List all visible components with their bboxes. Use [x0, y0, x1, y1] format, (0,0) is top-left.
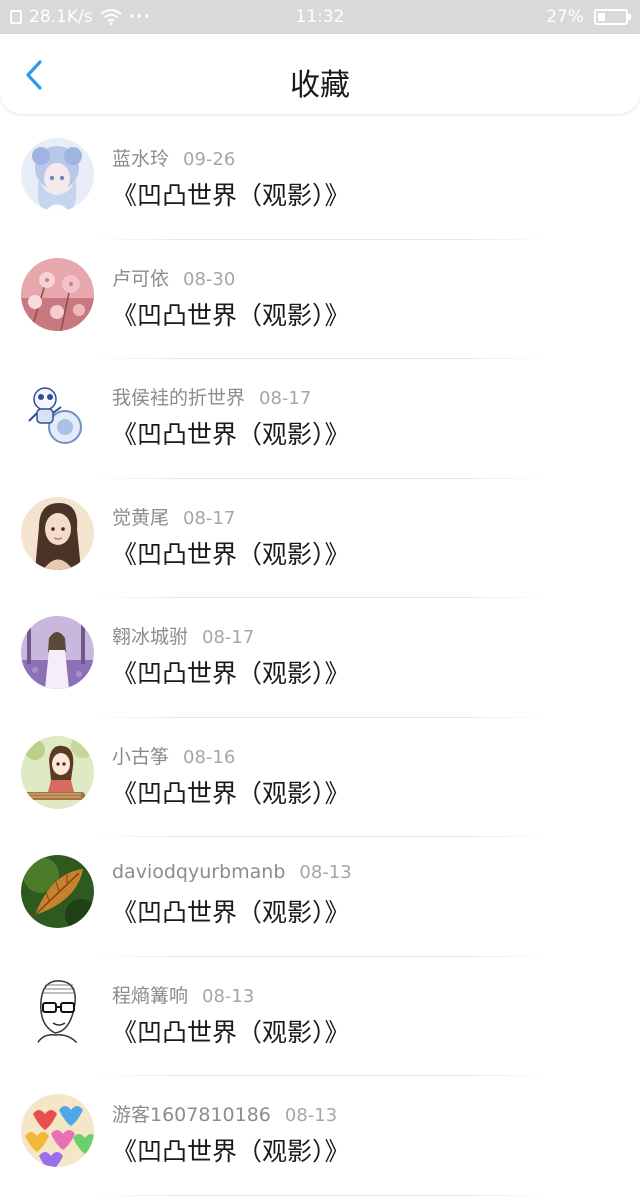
list-item[interactable]: 觉黄尾 08-17 《凹凸世界（观影）》	[0, 479, 640, 598]
item-meta: 小古筝 08-16	[112, 742, 235, 769]
date: 08-17	[183, 507, 236, 529]
battery-percent: 27%	[546, 7, 584, 27]
username[interactable]: 程熵篝响	[112, 985, 188, 1007]
item-meta: daviodqyurbmanb 08-13	[112, 861, 352, 883]
username[interactable]: 我侯袿的折世界	[112, 387, 245, 409]
status-bar: 28.1K/s ··· 11:32 27%	[0, 0, 640, 34]
date: 08-13	[284, 1105, 338, 1126]
item-title[interactable]: 《凹凸世界（观影）》	[112, 654, 350, 690]
list-item[interactable]: 我侯袿的折世界 08-17 《凹凸世界（观影）》	[0, 359, 640, 479]
item-meta: 蓝水玲 09-26	[112, 144, 235, 171]
list-item[interactable]: 卢可依 08-30 《凹凸世界（观影）》	[0, 240, 640, 359]
divider	[94, 1194, 548, 1196]
date: 08-16	[183, 746, 236, 768]
item-title[interactable]: 《凹凸世界（观影）》	[112, 1013, 350, 1049]
item-title[interactable]: 《凹凸世界（观影）》	[112, 774, 350, 810]
anime-girl-blue-avatar[interactable]	[21, 138, 94, 211]
username[interactable]: 游客1607810186	[112, 1104, 271, 1126]
username[interactable]: 小古筝	[112, 746, 169, 768]
autumn-leaf-avatar[interactable]	[21, 855, 94, 928]
item-meta: 程熵篝响 08-13	[112, 981, 254, 1008]
item-title[interactable]: 《凹凸世界（观影）》	[112, 893, 350, 929]
item-title[interactable]: 《凹凸世界（观影）》	[112, 415, 350, 451]
list-item[interactable]: 程熵篝响 08-13 《凹凸世界（观影）》	[0, 957, 640, 1076]
list-item[interactable]: 蓝水玲 09-26 《凹凸世界（观影）》	[0, 120, 640, 240]
colorful-hearts-avatar[interactable]	[21, 1094, 94, 1167]
date: 09-26	[183, 149, 236, 170]
page-title: 收藏	[290, 68, 350, 103]
item-title[interactable]: 《凹凸世界（观影）》	[112, 535, 350, 571]
item-meta: 翱冰城驸 08-17	[112, 622, 254, 649]
pink-flowers-avatar[interactable]	[21, 257, 94, 331]
username[interactable]: 翱冰城驸	[112, 626, 188, 648]
girl-portrait-avatar[interactable]	[21, 496, 94, 570]
item-meta: 游客1607810186 08-13	[112, 1100, 337, 1127]
list-item[interactable]: 翱冰城驸 08-17 《凹凸世界（观影）》	[0, 598, 640, 718]
blue-robot-avatar[interactable]	[21, 377, 94, 450]
username[interactable]: 觉黄尾	[112, 507, 169, 529]
lavender-field-avatar[interactable]	[21, 616, 94, 689]
clock: 11:32	[295, 7, 345, 27]
username[interactable]: 蓝水玲	[112, 148, 169, 170]
username[interactable]: daviodqyurbmanb	[112, 861, 285, 883]
item-title[interactable]: 《凹凸世界（观影）》	[112, 1132, 350, 1168]
list-item[interactable]: daviodqyurbmanb 08-13 《凹凸世界（观影）》	[0, 837, 640, 957]
header: 收藏	[0, 34, 640, 114]
list-item[interactable]: 游客1607810186 08-13 《凹凸世界（观影）》	[0, 1076, 640, 1196]
list-item[interactable]: 小古筝 08-16 《凹凸世界（观影）》	[0, 718, 640, 837]
battery-icon	[594, 9, 631, 25]
date: 08-13	[202, 985, 255, 1007]
item-meta: 觉黄尾 08-17	[112, 503, 235, 530]
item-title[interactable]: 《凹凸世界（观影）》	[112, 296, 350, 332]
item-meta: 卢可依 08-30	[112, 264, 235, 291]
status-right: 27%	[546, 7, 631, 27]
favorites-list: 蓝水玲 09-26 《凹凸世界（观影）》 卢可依 08-30 《凹凸世界（观影）…	[0, 120, 640, 1196]
battery-level-fill	[598, 13, 606, 21]
anime-guzheng-avatar[interactable]	[21, 735, 94, 809]
item-meta: 我侯袿的折世界 08-17	[112, 383, 311, 410]
date: 08-30	[183, 268, 236, 290]
item-title[interactable]: 《凹凸世界（观影）》	[112, 176, 350, 212]
username[interactable]: 卢可依	[112, 268, 169, 290]
date: 08-17	[202, 627, 255, 648]
sketch-man-avatar[interactable]	[21, 974, 94, 1048]
date: 08-17	[259, 388, 312, 409]
date: 08-13	[299, 862, 352, 883]
